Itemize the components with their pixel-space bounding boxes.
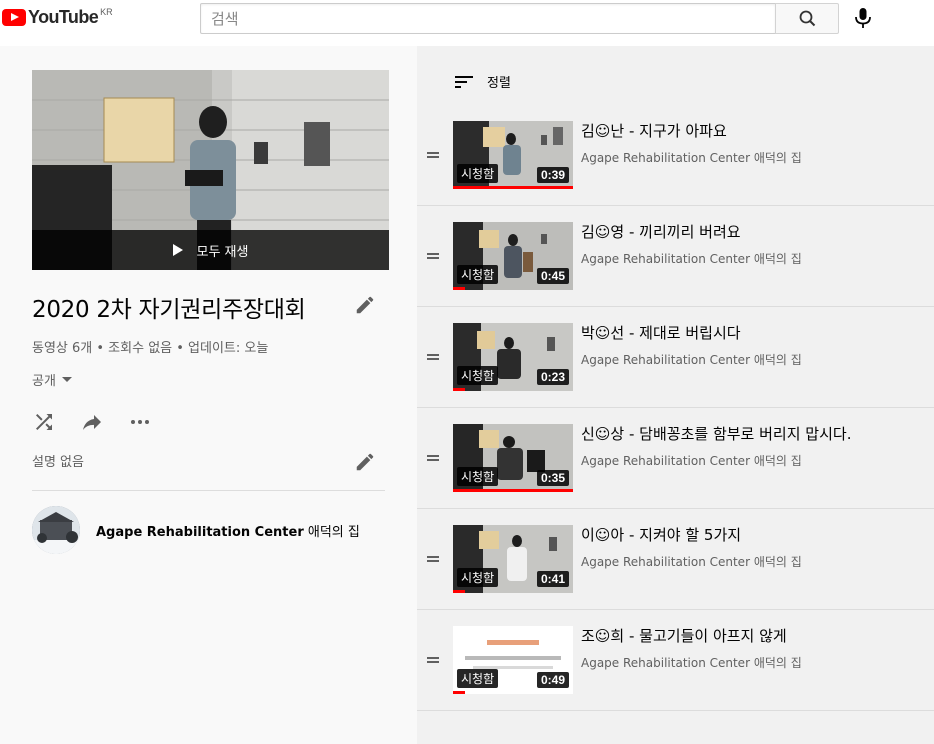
drag-handle-icon[interactable] [427, 150, 441, 160]
youtube-logo[interactable]: YouTube KR [2, 6, 113, 28]
owner-name[interactable]: Agape Rehabilitation Center 애덕의 집 [96, 521, 360, 540]
video-row[interactable]: 시청함 0:49 조☺희 - 물고기들이 아프지 않게 Agape Rehabi… [417, 610, 934, 711]
top-bar: YouTube KR [0, 0, 934, 46]
playlist-sidebar: 모두 재생 2020 2차 자기권리주장대회 동영상 6개 • 조회수 없음 •… [0, 46, 417, 744]
privacy-dropdown[interactable]: 공개 [32, 370, 72, 389]
watch-progress-bar [453, 590, 465, 593]
watched-badge: 시청함 [457, 669, 499, 688]
video-title[interactable]: 박☺선 - 제대로 버립시다 [581, 322, 741, 343]
privacy-label: 공개 [32, 374, 56, 389]
duration-badge: 0:23 [536, 369, 569, 385]
video-channel[interactable]: Agape Rehabilitation Center 애덕의 집 [581, 553, 802, 570]
sort-button[interactable]: 정렬 [455, 72, 511, 91]
playlist-video-list-panel: 정렬 시청함 0:39 김☺난 - 지구가 아파요 Agape Rehabili… [417, 46, 934, 744]
video-title[interactable]: 신☺상 - 담배꽁초를 함부로 버리지 맙시다. [581, 423, 851, 444]
video-row[interactable]: 시청함 0:45 김☺영 - 끼리끼리 버려요 Agape Rehabilita… [417, 206, 934, 307]
channel-avatar[interactable] [32, 506, 80, 554]
drag-handle-icon[interactable] [427, 251, 441, 261]
youtube-play-icon [2, 8, 26, 26]
video-channel[interactable]: Agape Rehabilitation Center 애덕의 집 [581, 654, 802, 671]
duration-badge: 0:39 [536, 167, 569, 183]
share-icon [83, 415, 101, 430]
more-options-button[interactable] [128, 410, 152, 434]
pencil-icon [356, 453, 374, 471]
playlist-hero-thumbnail[interactable]: 모두 재생 [32, 70, 389, 270]
owner-name-rest: 애덕의 집 [303, 524, 360, 540]
watch-progress-bar [453, 287, 465, 290]
owner-name-bold: Agape Rehabilitation Center [96, 524, 304, 540]
video-row[interactable]: 시청함 0:35 신☺상 - 담배꽁초를 함부로 버리지 맙시다. Agape … [417, 408, 934, 509]
video-row[interactable]: 시청함 0:39 김☺난 - 지구가 아파요 Agape Rehabilitat… [417, 105, 934, 206]
duration-badge: 0:35 [536, 470, 569, 486]
watch-progress-bar [453, 388, 465, 391]
video-title[interactable]: 조☺희 - 물고기들이 아프지 않게 [581, 625, 787, 646]
edit-title-button[interactable] [354, 294, 376, 316]
playlist-actions [32, 410, 176, 434]
video-title[interactable]: 김☺난 - 지구가 아파요 [581, 120, 727, 141]
video-row[interactable]: 시청함 0:41 이☺아 - 지켜야 할 5가지 Agape Rehabilit… [417, 509, 934, 610]
play-all-button[interactable]: 모두 재생 [32, 230, 389, 270]
drag-handle-icon[interactable] [427, 554, 441, 564]
voice-search-button[interactable] [850, 5, 876, 31]
video-thumbnail[interactable]: 시청함 0:23 [453, 323, 573, 391]
video-thumbnail[interactable]: 시청함 0:41 [453, 525, 573, 593]
watched-badge: 시청함 [457, 568, 499, 587]
sort-icon [455, 75, 473, 88]
video-thumbnail[interactable]: 시청함 0:35 [453, 424, 573, 492]
playlist-stats: 동영상 6개 • 조회수 없음 • 업데이트: 오늘 [32, 341, 269, 356]
watched-badge: 시청함 [457, 265, 499, 284]
drag-handle-icon[interactable] [427, 453, 441, 463]
drag-handle-icon[interactable] [427, 352, 441, 362]
edit-description-button[interactable] [354, 451, 376, 473]
shuffle-icon [36, 414, 52, 430]
share-button[interactable] [80, 410, 104, 434]
video-title[interactable]: 이☺아 - 지켜야 할 5가지 [581, 524, 741, 545]
logo-text: YouTube [28, 6, 99, 27]
watch-progress-bar [453, 691, 465, 694]
logo-country-code: KR [100, 7, 113, 17]
search-input[interactable] [201, 4, 775, 33]
video-channel[interactable]: Agape Rehabilitation Center 애덕의 집 [581, 351, 802, 368]
watch-progress-bar [453, 489, 573, 492]
sort-label: 정렬 [487, 76, 511, 91]
drag-handle-icon[interactable] [427, 655, 441, 665]
video-title[interactable]: 김☺영 - 끼리끼리 버려요 [581, 221, 741, 242]
duration-badge: 0:45 [536, 268, 569, 284]
shuffle-button[interactable] [32, 410, 56, 434]
search-button[interactable] [775, 3, 839, 34]
video-thumbnail[interactable]: 시청함 0:39 [453, 121, 573, 189]
video-channel[interactable]: Agape Rehabilitation Center 애덕의 집 [581, 149, 802, 166]
watched-badge: 시청함 [457, 366, 499, 385]
search-icon [799, 10, 816, 27]
playlist-owner[interactable]: Agape Rehabilitation Center 애덕의 집 [32, 506, 360, 554]
search-box [200, 3, 776, 34]
video-thumbnail[interactable]: 시청함 0:49 [453, 626, 573, 694]
play-icon [172, 244, 183, 256]
more-horizontal-icon [131, 420, 149, 424]
video-thumbnail[interactable]: 시청함 0:45 [453, 222, 573, 290]
microphone-icon [855, 8, 871, 28]
video-channel[interactable]: Agape Rehabilitation Center 애덕의 집 [581, 250, 802, 267]
play-all-label: 모두 재생 [196, 244, 249, 260]
video-channel[interactable]: Agape Rehabilitation Center 애덕의 집 [581, 452, 802, 469]
watch-progress-bar [453, 186, 573, 189]
caret-down-icon [61, 377, 72, 382]
pencil-icon [356, 296, 374, 314]
avatar-image [32, 506, 80, 554]
watched-badge: 시청함 [457, 467, 499, 486]
playlist-description: 설명 없음 [32, 455, 84, 470]
divider [32, 490, 385, 491]
duration-badge: 0:41 [536, 571, 569, 587]
video-list: 시청함 0:39 김☺난 - 지구가 아파요 Agape Rehabilitat… [417, 105, 934, 711]
video-row[interactable]: 시청함 0:23 박☺선 - 제대로 버립시다 Agape Rehabilita… [417, 307, 934, 408]
watched-badge: 시청함 [457, 164, 499, 183]
playlist-title: 2020 2차 자기권리주장대회 [32, 297, 306, 323]
duration-badge: 0:49 [536, 672, 569, 688]
